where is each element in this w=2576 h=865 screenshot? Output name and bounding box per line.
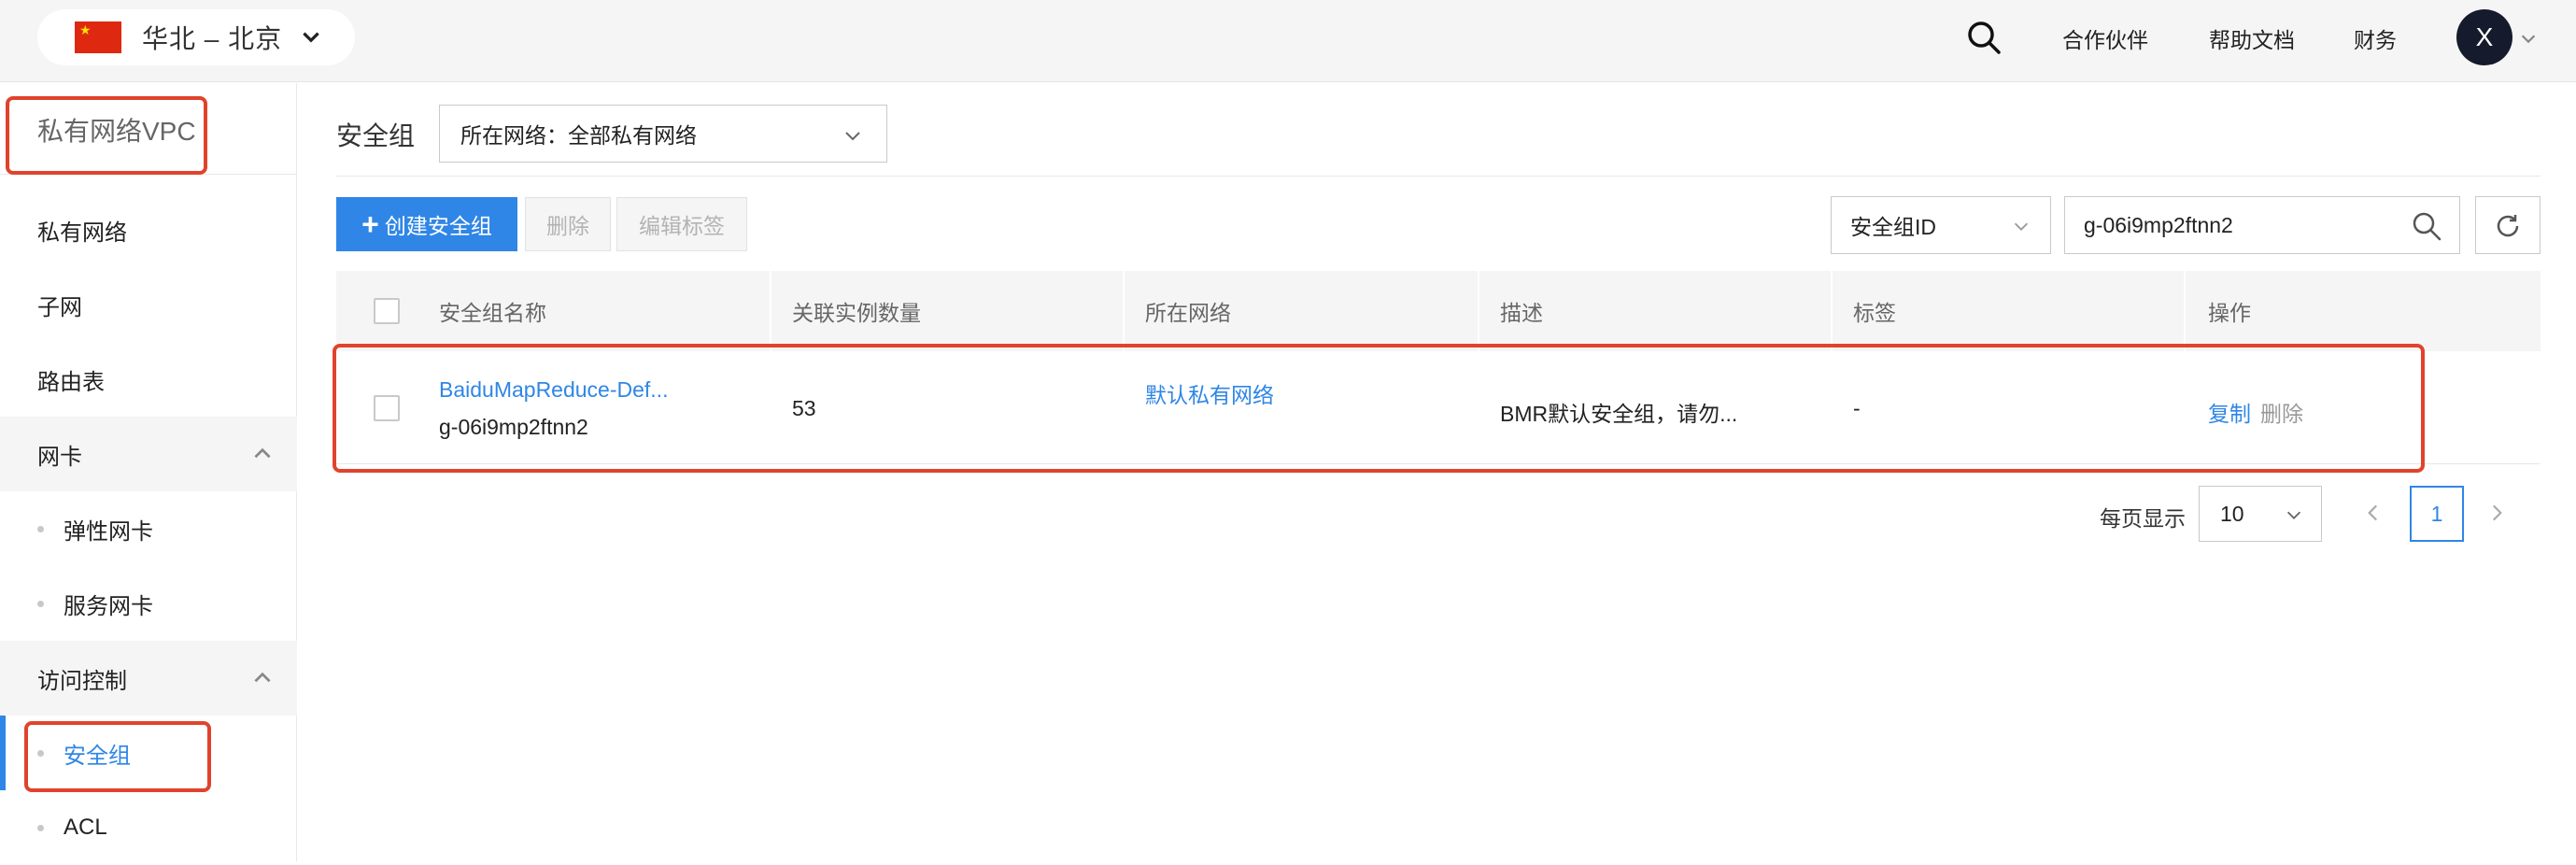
avatar[interactable]: X: [2456, 9, 2512, 65]
column-header-description: 描述: [1500, 301, 1543, 325]
chevron-down-icon: [303, 32, 319, 43]
network-link[interactable]: 默认私有网络: [1145, 377, 1274, 409]
column-separator: [770, 271, 771, 351]
column-separator: [1478, 271, 1479, 351]
search-box: [2064, 196, 2460, 254]
row-checkbox[interactable]: [374, 395, 400, 421]
copy-action-link[interactable]: 复制: [2208, 396, 2251, 428]
top-header: ★ 华北 – 北京 合作伙伴 帮助文档 财务 X: [0, 0, 2576, 82]
column-header-actions: 操作: [2208, 301, 2251, 325]
finance-link[interactable]: 财务: [2354, 22, 2397, 54]
sidebar-item-subnet[interactable]: 子网: [0, 267, 297, 342]
bullet-dot: [37, 825, 44, 831]
partners-link[interactable]: 合作伙伴: [2062, 22, 2148, 54]
search-icon[interactable]: [2411, 210, 2442, 242]
page-size-select[interactable]: 10: [2199, 486, 2322, 542]
search-input[interactable]: [2065, 197, 2401, 253]
sidebar-item-service-nic[interactable]: 服务网卡: [0, 566, 297, 641]
sidebar-item-label: 安全组: [64, 743, 131, 769]
column-separator: [1123, 271, 1125, 351]
button-label: 创建安全组: [384, 214, 492, 238]
column-separator: [2184, 271, 2186, 351]
sidebar-item-label: 子网: [37, 294, 82, 320]
sidebar-group-access-control[interactable]: 访问控制: [0, 641, 297, 716]
delete-button[interactable]: 删除: [525, 197, 611, 251]
sidebar-group-label: 访问控制: [37, 668, 127, 694]
sidebar-group-label: 网卡: [37, 444, 82, 470]
select-all-checkbox[interactable]: [374, 298, 400, 324]
chevron-up-icon: [254, 672, 271, 683]
divider: [336, 176, 2541, 177]
sidebar-item-vpc[interactable]: 私有网络: [0, 192, 297, 267]
chevron-down-icon: [2286, 511, 2301, 519]
sidebar: 私有网络VPC 私有网络 子网 路由表 网卡 弹性网卡 服务网卡 访问控制 安全…: [0, 83, 297, 861]
region-selector[interactable]: ★ 华北 – 北京: [37, 9, 355, 65]
row-divider: [336, 463, 2541, 464]
description: BMR默认安全组，请勿...: [1500, 402, 1738, 426]
page-size-value: 10: [2220, 501, 2244, 526]
column-separator: [1831, 271, 1833, 351]
edit-tags-button[interactable]: 编辑标签: [616, 197, 747, 251]
active-indicator: [0, 716, 6, 790]
bullet-dot: [37, 750, 44, 757]
plus-icon: +: [361, 207, 379, 241]
search-icon[interactable]: [1965, 19, 2003, 56]
help-docs-link[interactable]: 帮助文档: [2209, 22, 2295, 54]
chevron-down-icon[interactable]: [2518, 28, 2539, 49]
sidebar-item-label: 弹性网卡: [64, 518, 153, 545]
chevron-left-icon[interactable]: [2361, 501, 2385, 525]
security-group-name-link[interactable]: BaiduMapReduce-Def...: [439, 377, 668, 403]
column-header-instances: 关联实例数量: [792, 301, 921, 325]
instance-count: 53: [792, 396, 816, 420]
refresh-icon: [2497, 215, 2519, 237]
region-label: 华北 – 北京: [142, 24, 283, 53]
sidebar-title: 私有网络VPC: [37, 117, 196, 146]
sidebar-header: 私有网络VPC: [0, 83, 297, 175]
sidebar-item-label: 路由表: [37, 369, 105, 395]
vpc-filter-select[interactable]: 所在网络：全部私有网络: [439, 105, 887, 163]
chevron-down-icon: [845, 132, 860, 141]
create-security-group-button[interactable]: + 创建安全组: [336, 197, 517, 251]
page-number: 1: [2430, 501, 2443, 526]
column-header-network: 所在网络: [1145, 301, 1231, 325]
page-title: 安全组: [336, 121, 416, 150]
sidebar-item-label: ACL: [64, 815, 107, 840]
sidebar-item-security-group[interactable]: 安全组: [0, 716, 297, 790]
chevron-down-icon: [2014, 222, 2029, 231]
page-size-label: 每页显示: [2100, 506, 2186, 531]
security-group-id: g-06i9mp2ftnn2: [439, 415, 588, 439]
bullet-dot: [37, 526, 44, 532]
chevron-up-icon: [254, 447, 271, 459]
button-label: 删除: [546, 214, 589, 238]
chevron-right-icon[interactable]: [2484, 501, 2509, 525]
sidebar-item-elastic-nic[interactable]: 弹性网卡: [0, 491, 297, 566]
sidebar-item-label: 私有网络: [37, 220, 127, 246]
avatar-letter: X: [2475, 22, 2494, 51]
delete-action-link[interactable]: 删除: [2260, 396, 2303, 428]
column-header-name: 安全组名称: [439, 301, 546, 325]
annotation-highlight-row: [333, 344, 2425, 473]
table-header: 安全组名称 关联实例数量 所在网络 描述 标签 操作: [336, 271, 2541, 351]
sidebar-item-route-table[interactable]: 路由表: [0, 342, 297, 417]
bullet-dot: [37, 601, 44, 607]
sidebar-item-label: 服务网卡: [64, 593, 153, 619]
search-field-value: 安全组ID: [1850, 215, 1936, 239]
button-label: 编辑标签: [639, 214, 725, 238]
refresh-button[interactable]: [2475, 196, 2541, 254]
column-header-tags: 标签: [1853, 301, 1896, 325]
search-field-select[interactable]: 安全组ID: [1831, 196, 2051, 254]
page-button-current[interactable]: 1: [2410, 486, 2464, 542]
sidebar-item-acl[interactable]: ACL: [0, 790, 297, 865]
china-flag-icon: ★: [75, 21, 121, 53]
sidebar-group-nic[interactable]: 网卡: [0, 417, 297, 491]
tags-value: -: [1853, 396, 1861, 420]
vpc-filter-value: 所在网络：全部私有网络: [460, 123, 697, 148]
